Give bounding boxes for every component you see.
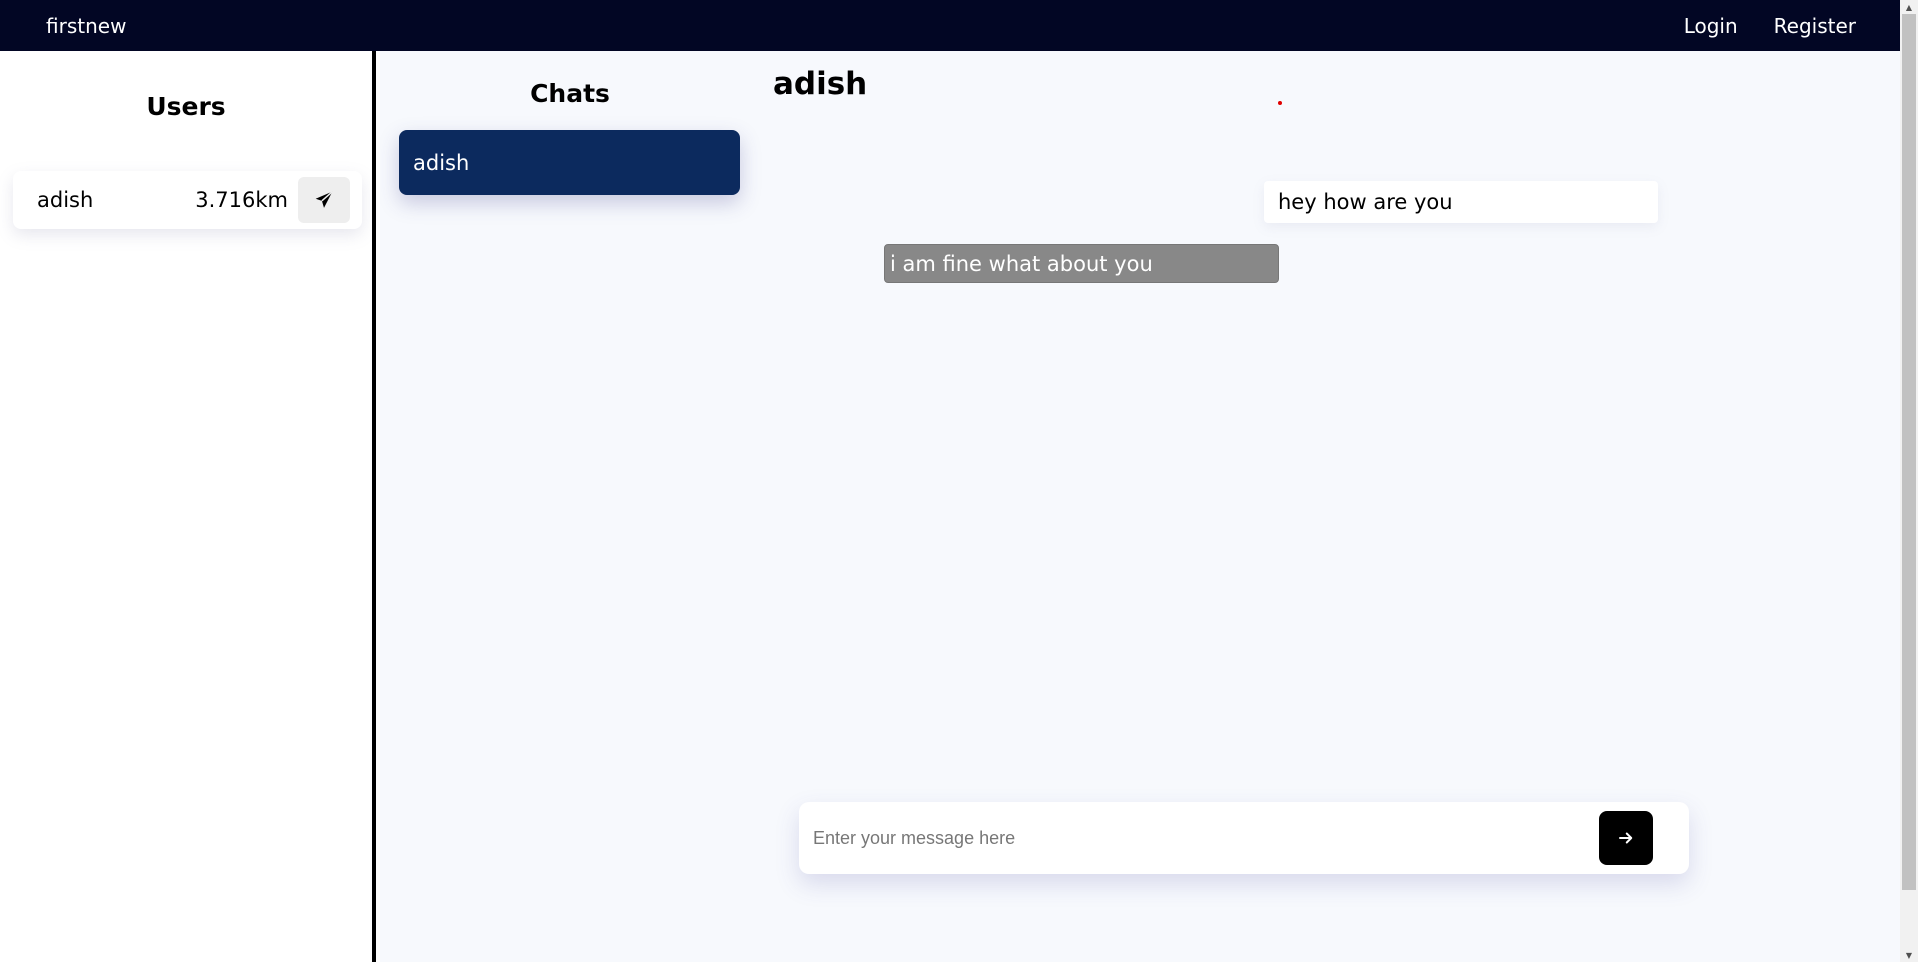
conversation-title: adish	[773, 66, 868, 102]
user-name: adish	[37, 188, 94, 212]
scroll-up-icon[interactable]: ▲	[1900, 0, 1918, 14]
message-bubble-outgoing: hey how are you	[1264, 181, 1658, 223]
top-navbar: firstnew Login Register	[0, 0, 1900, 51]
chats-title: Chats	[530, 79, 610, 108]
start-chat-button[interactable]	[298, 177, 350, 223]
paper-plane-icon	[315, 191, 333, 208]
message-input[interactable]	[813, 827, 1599, 849]
user-card: adish 3.716km	[13, 171, 362, 229]
scroll-thumb[interactable]	[1902, 14, 1916, 890]
brand-link[interactable]: firstnew	[46, 14, 126, 38]
chat-list-item[interactable]: adish	[399, 130, 740, 195]
user-distance: 3.716km	[195, 188, 288, 212]
chat-main: Chats adish adish hey how are you i am f…	[380, 51, 1900, 962]
register-link[interactable]: Register	[1774, 14, 1856, 38]
message-bubble-incoming: i am fine what about you	[884, 244, 1279, 283]
send-message-button[interactable]	[1599, 811, 1653, 865]
users-title: Users	[146, 92, 226, 121]
nav-links: Login Register	[1684, 14, 1856, 38]
users-sidebar: Users adish 3.716km	[0, 51, 376, 962]
login-link[interactable]: Login	[1684, 14, 1738, 38]
arrow-right-icon	[1619, 832, 1633, 844]
message-composer	[799, 802, 1689, 874]
page-scrollbar[interactable]: ▲ ▼	[1900, 0, 1918, 962]
status-indicator	[1278, 101, 1282, 105]
scroll-down-icon[interactable]: ▼	[1900, 948, 1918, 962]
